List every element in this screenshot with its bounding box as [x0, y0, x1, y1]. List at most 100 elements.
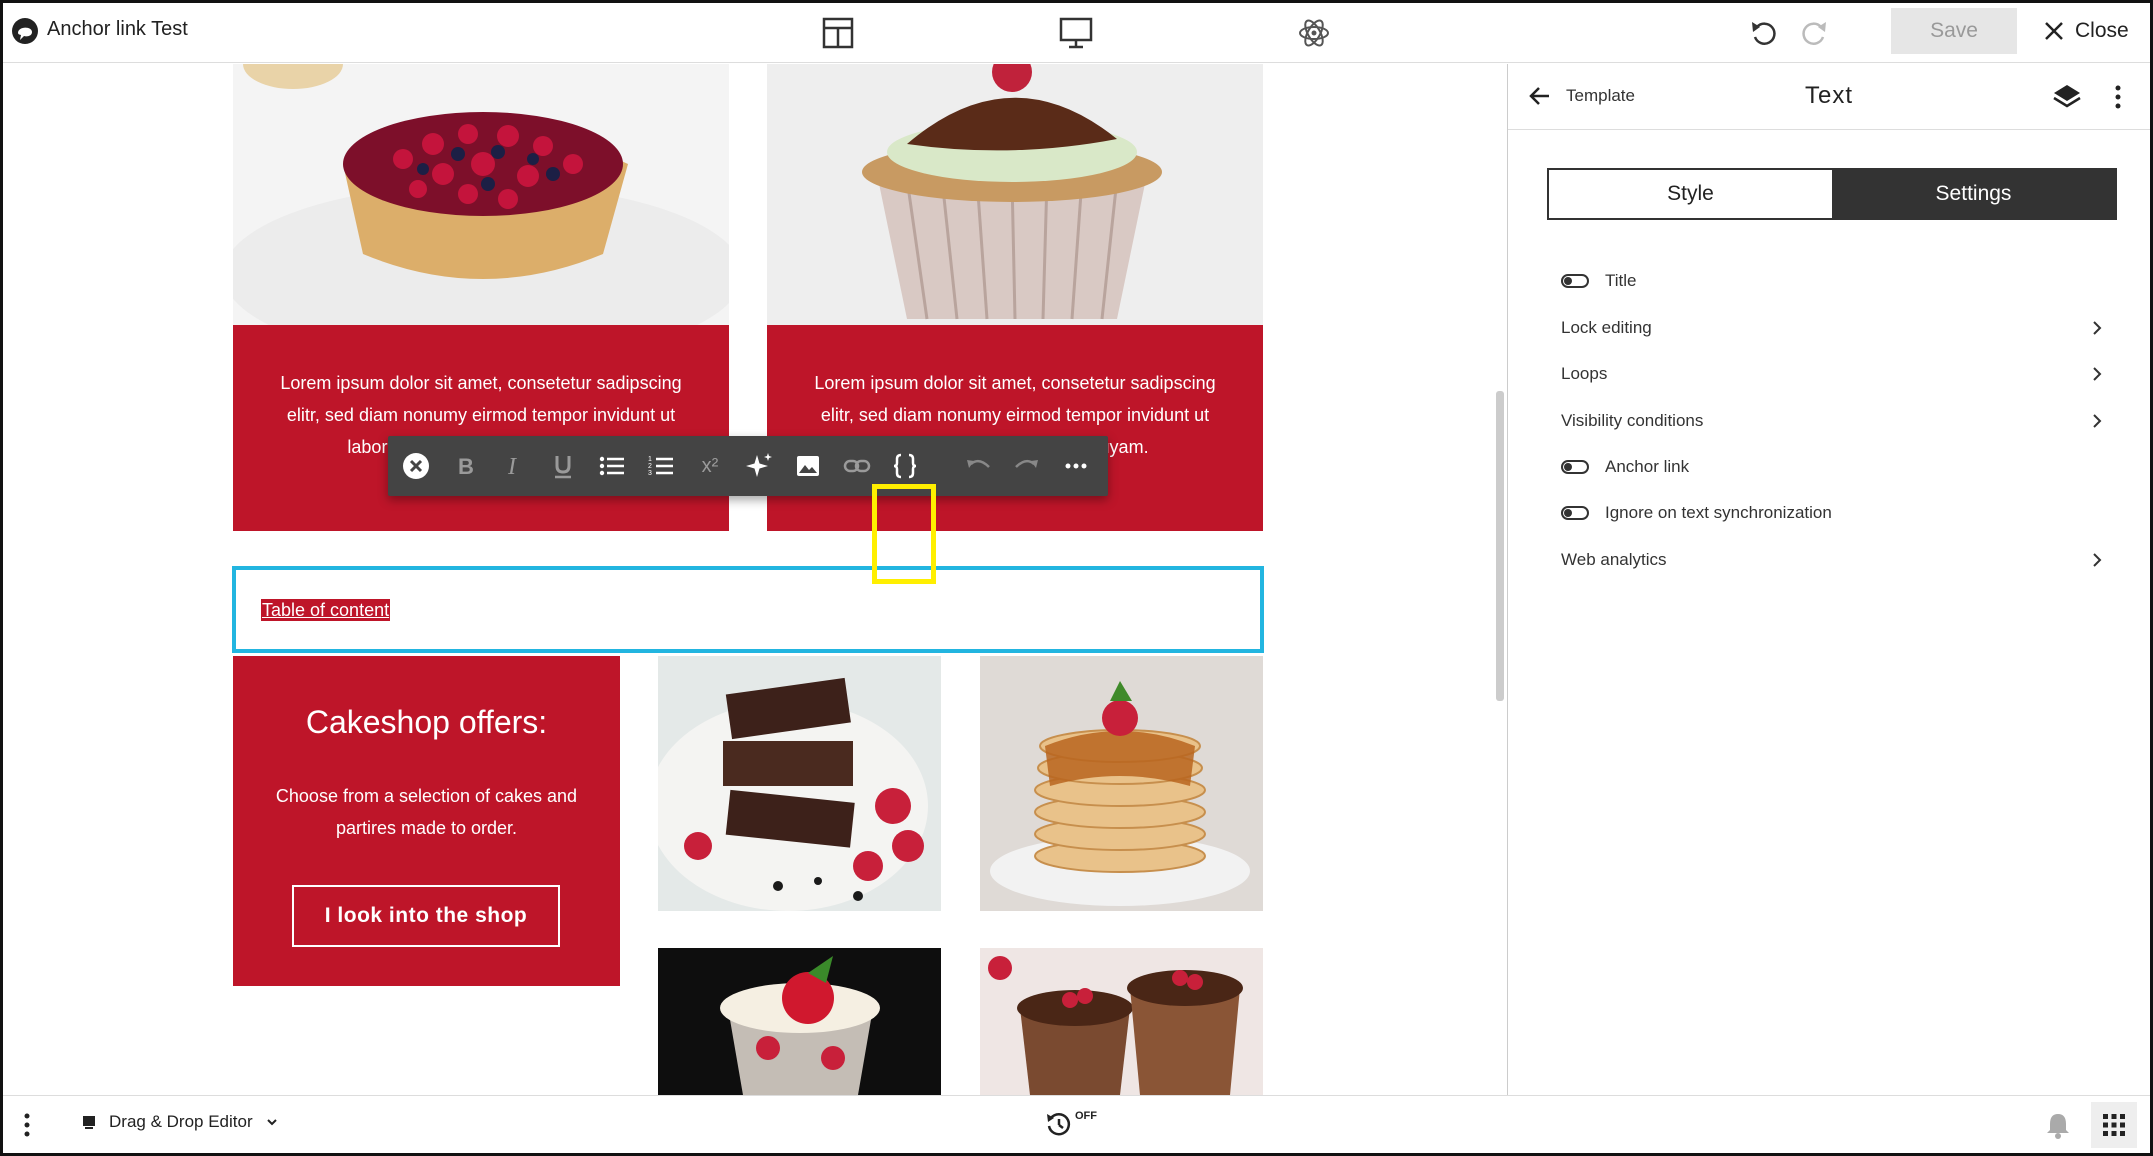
email-canvas: Lorem ipsum dolor sit amet, consetetur s… [3, 64, 1508, 1095]
tab-settings[interactable]: Settings [1832, 170, 2115, 218]
pancakes-image[interactable] [980, 656, 1263, 911]
clear-format-button[interactable] [396, 446, 436, 486]
selected-text-block[interactable]: Table of content [232, 566, 1264, 653]
bullet-list-icon [599, 456, 624, 476]
svg-text:3: 3 [648, 470, 652, 477]
link-icon [843, 459, 871, 473]
panel-tabs: Style Settings [1547, 168, 2117, 220]
redo-icon[interactable] [1794, 13, 1834, 53]
underline-button[interactable] [543, 446, 583, 486]
tab-style[interactable]: Style [1549, 170, 1832, 218]
setting-web-analytics[interactable]: Web analytics [1561, 540, 2106, 580]
italic-icon: I [507, 454, 517, 480]
insert-image-button[interactable] [788, 446, 828, 486]
undo-icon[interactable] [1744, 13, 1784, 53]
canvas-scrollbar[interactable] [1496, 391, 1504, 701]
promo-card[interactable]: Cakeshop offers: Choose from a selection… [233, 656, 620, 986]
redo-icon [1015, 459, 1038, 468]
editor-mode-label: Drag & Drop Editor [109, 1112, 253, 1131]
apps-grid-button[interactable] [2091, 1102, 2137, 1148]
brownie-image[interactable] [658, 656, 941, 911]
close-label: Close [2075, 19, 2129, 42]
grid-icon [2103, 1114, 2125, 1136]
setting-lock-editing[interactable]: Lock editing [1561, 308, 2106, 348]
superscript-icon: x² [701, 454, 719, 477]
back-label: Template [1566, 86, 1635, 105]
sparkle-icon [746, 453, 772, 477]
layers-icon[interactable] [2052, 82, 2082, 112]
anchor-link-toggle[interactable] [1561, 460, 1589, 474]
layout-icon[interactable] [818, 13, 858, 53]
setting-web-analytics-label: Web analytics [1561, 550, 1667, 569]
text-card-left[interactable]: Lorem ipsum dolor sit amet, consetetur s… [233, 325, 729, 531]
autosave-status: OFF [1075, 1110, 1097, 1122]
numbered-list-button[interactable]: 123 [641, 446, 681, 486]
setting-ignore-sync-label: Ignore on text synchronization [1605, 503, 1832, 522]
app-title: Anchor link Test [47, 18, 188, 40]
setting-anchor-link-label: Anchor link [1605, 457, 1690, 476]
promo-heading: Cakeshop offers: [305, 704, 548, 740]
text-card-right[interactable]: Lorem ipsum dolor sit amet, consetetur s… [767, 325, 1263, 531]
placeholder-button[interactable] [885, 446, 925, 486]
top-bar: Anchor link Test Save Close [3, 3, 2150, 63]
setting-ignore-sync[interactable]: Ignore on text synchronization [1561, 493, 2106, 533]
bold-icon: B [458, 454, 474, 479]
shop-button[interactable]: I look into the shop [292, 885, 560, 947]
setting-title-label: Title [1605, 271, 1637, 290]
rich-text-toolbar: B I 123 x² [388, 436, 1108, 496]
close-button[interactable]: Close [2043, 15, 2129, 47]
table-of-content-text[interactable]: Table of content [261, 599, 391, 621]
italic-button[interactable]: I [494, 446, 534, 486]
editor-mode-dropdown[interactable]: Drag & Drop Editor [81, 1112, 279, 1132]
setting-anchor-link[interactable]: Anchor link [1561, 447, 2106, 487]
back-to-template-button[interactable]: Template [1528, 84, 1635, 108]
editor-icon [83, 1116, 95, 1129]
setting-visibility-label: Visibility conditions [1561, 411, 1704, 430]
curly-braces-icon [893, 453, 917, 479]
desktop-icon[interactable] [1056, 13, 1096, 53]
cupcake-image[interactable] [767, 64, 1263, 325]
chevron-right-icon [2093, 367, 2102, 381]
app-logo-icon [12, 18, 38, 44]
chevron-down-icon [266, 1119, 277, 1126]
ai-sparkle-button[interactable] [739, 446, 779, 486]
promo-body: Choose from a selection of cakes and par… [275, 786, 578, 838]
setting-loops-label: Loops [1561, 364, 1608, 383]
panel-header: Template Text [1508, 64, 2150, 130]
setting-loops[interactable]: Loops [1561, 354, 2106, 394]
toolbar-undo-button[interactable] [958, 446, 998, 486]
bullet-list-button[interactable] [592, 446, 632, 486]
chocolate-mousse-image[interactable] [980, 948, 1263, 1095]
toolbar-redo-button[interactable] [1007, 446, 1047, 486]
svg-text:2: 2 [648, 463, 652, 470]
chevron-right-icon [2093, 321, 2102, 335]
more-vertical-icon[interactable] [21, 1112, 33, 1138]
superscript-button[interactable]: x² [690, 446, 730, 486]
ignore-sync-toggle[interactable] [1561, 506, 1589, 520]
setting-title[interactable]: Title [1561, 261, 2106, 301]
editor-window: Anchor link Test Save Close Lorem ipsum … [0, 0, 2153, 1156]
bell-icon[interactable] [2044, 1110, 2072, 1140]
settings-panel: Template Text Style Settings Title Lock … [1507, 64, 2150, 1095]
close-circle-icon [403, 453, 429, 479]
tart-image[interactable] [233, 64, 729, 325]
panel-title: Text [1805, 82, 1854, 109]
atom-icon[interactable] [1294, 13, 1334, 53]
svg-text:I: I [507, 454, 517, 480]
undo-icon [967, 459, 990, 468]
more-options-button[interactable] [1056, 446, 1096, 486]
image-icon [797, 456, 819, 476]
save-button[interactable]: Save [1891, 8, 2017, 54]
chevron-right-icon [2093, 414, 2102, 428]
link-button[interactable] [837, 446, 877, 486]
highlight-annotation [872, 484, 936, 584]
parfait-image[interactable] [658, 948, 941, 1095]
more-vertical-icon[interactable] [2112, 82, 2124, 112]
svg-text:1: 1 [648, 456, 652, 463]
title-toggle[interactable] [1561, 274, 1589, 288]
autosave-toggle[interactable]: OFF [1045, 1110, 1097, 1138]
setting-visibility-conditions[interactable]: Visibility conditions [1561, 401, 2106, 441]
svg-text:B: B [458, 454, 474, 479]
bold-button[interactable]: B [445, 446, 485, 486]
autosave-icon [1047, 1113, 1071, 1136]
